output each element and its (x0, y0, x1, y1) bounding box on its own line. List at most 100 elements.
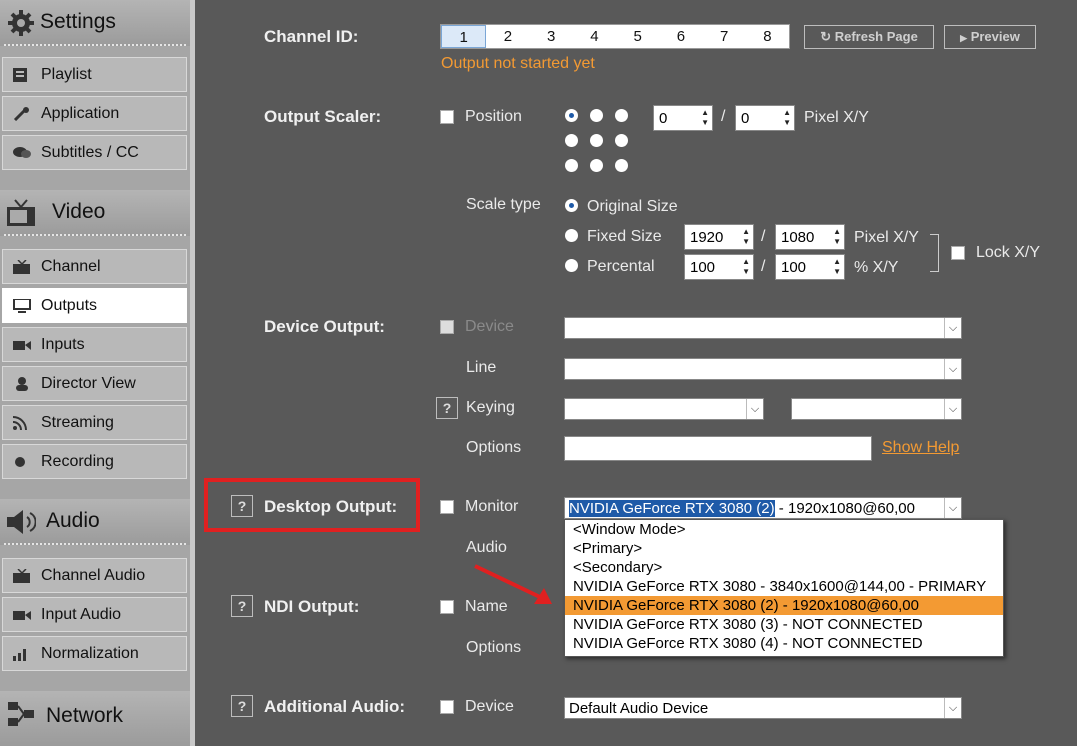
device-options-input[interactable] (564, 436, 872, 461)
chevron-down-icon[interactable]: ⌵ (944, 698, 961, 718)
percent-y-spinner[interactable]: 100 ▲ ▼ (775, 254, 845, 280)
speaker-icon (7, 510, 36, 534)
keying-select-1[interactable]: ⌵ (564, 398, 764, 420)
fixed-height-spinner[interactable]: 1080 ▲ ▼ (775, 224, 845, 250)
sidebar-divider (190, 0, 195, 746)
sidebar-item-recording[interactable]: Recording (2, 444, 187, 479)
sidebar-item-playlist[interactable]: Playlist (2, 57, 187, 92)
spinner-arrows-icon[interactable]: ▲ ▼ (833, 257, 841, 277)
monitor-dropdown-list: <Window Mode> <Primary> <Secondary> NVID… (564, 519, 1004, 657)
show-help-link[interactable]: Show Help (882, 439, 959, 457)
desktop-output-help-button[interactable]: ? (231, 495, 253, 517)
dropdown-option[interactable]: <Secondary> (565, 558, 1003, 577)
sidebar-item-channel-audio[interactable]: Channel Audio (2, 558, 187, 593)
audio-device-select[interactable]: Default Audio Device ⌵ (564, 697, 962, 719)
options-label: Options (466, 439, 522, 456)
sidebar-item-label: Inputs (41, 336, 85, 353)
position-checkbox[interactable] (440, 110, 454, 124)
percent-x-spinner[interactable]: 100 ▲ ▼ (684, 254, 754, 280)
sidebar-item-inputs[interactable]: Inputs (2, 327, 187, 362)
percental-radio[interactable] (565, 259, 578, 272)
preview-button[interactable]: ▶ Preview (944, 25, 1036, 49)
dropdown-option[interactable]: <Primary> (565, 539, 1003, 558)
channel-tab-3[interactable]: 3 (530, 25, 573, 48)
slash-separator: / (761, 228, 766, 245)
anchor-middle-center[interactable] (590, 134, 603, 147)
sidebar-item-label: Outputs (41, 297, 98, 314)
additional-audio-help-button[interactable]: ? (231, 695, 253, 717)
ndi-output-help-button[interactable]: ? (231, 595, 253, 617)
channel-tab-7[interactable]: 7 (703, 25, 746, 48)
device-checkbox[interactable] (440, 320, 454, 334)
fixed-size-radio[interactable] (565, 229, 578, 242)
spinner-arrows-icon[interactable]: ▲ ▼ (742, 227, 750, 247)
chevron-down-icon[interactable]: ⌵ (944, 498, 961, 518)
sidebar-item-input-audio[interactable]: Input Audio (2, 597, 187, 632)
channel-tab-2[interactable]: 2 (486, 25, 529, 48)
fixed-width-spinner[interactable]: 1920 ▲ ▼ (684, 224, 754, 250)
channel-tab-6[interactable]: 6 (659, 25, 702, 48)
chevron-down-icon[interactable]: ⌵ (944, 318, 961, 338)
sidebar-item-application[interactable]: Application (2, 96, 187, 131)
spinner-arrows-icon[interactable]: ▲ ▼ (833, 227, 841, 247)
sidebar-item-channel[interactable]: Channel (2, 249, 187, 284)
anchor-top-left[interactable] (565, 109, 578, 122)
monitor-select[interactable]: NVIDIA GeForce RTX 3080 (2) - 1920x1080@… (564, 497, 962, 519)
channel-tab-4[interactable]: 4 (573, 25, 616, 48)
dropdown-option[interactable]: NVIDIA GeForce RTX 3080 - 3840x1600@144,… (565, 577, 1003, 596)
anchor-bottom-left[interactable] (565, 159, 578, 172)
sidebar-item-outputs[interactable]: Outputs (2, 288, 187, 323)
anchor-middle-right[interactable] (615, 134, 628, 147)
channel-tab-5[interactable]: 5 (616, 25, 659, 48)
anchor-bottom-right[interactable] (615, 159, 628, 172)
sidebar-item-normalization[interactable]: Normalization (2, 636, 187, 671)
spinner-arrows-icon[interactable]: ▲ ▼ (783, 108, 791, 128)
dropdown-option[interactable]: <Window Mode> (565, 520, 1003, 539)
keying-select-2[interactable]: ⌵ (791, 398, 962, 420)
chevron-down-icon[interactable]: ⌵ (944, 359, 961, 379)
channel-tab-8[interactable]: 8 (746, 25, 789, 48)
anchor-bottom-center[interactable] (590, 159, 603, 172)
keying-help-button[interactable]: ? (436, 397, 458, 419)
playlist-icon (13, 68, 27, 82)
refresh-page-button[interactable]: ↻ Refresh Page (804, 25, 934, 49)
additional-audio-checkbox[interactable] (440, 700, 454, 714)
dropdown-option[interactable]: NVIDIA GeForce RTX 3080 (4) - NOT CONNEC… (565, 634, 1003, 653)
lock-xy-checkbox[interactable] (951, 246, 965, 260)
monitor-checkbox[interactable] (440, 500, 454, 514)
anchor-top-right[interactable] (615, 109, 628, 122)
desktop-output-label: Desktop Output: (264, 497, 398, 516)
monitor-select-highlighted-text: NVIDIA GeForce RTX 3080 (2) (569, 500, 775, 517)
percental-label: Percental (587, 258, 655, 275)
spinner-arrows-icon[interactable]: ▲ ▼ (742, 257, 750, 277)
sidebar-item-label: Subtitles / CC (41, 144, 139, 161)
additional-audio-label: Additional Audio: (264, 697, 406, 716)
monitor-label: Monitor (465, 498, 519, 515)
original-size-label: Original Size (587, 198, 678, 215)
wrench-icon (13, 107, 29, 121)
spinner-arrows-icon[interactable]: ▲ ▼ (701, 108, 709, 128)
sidebar-item-label: Playlist (41, 66, 92, 83)
device-select[interactable]: ⌵ (564, 317, 962, 339)
line-select[interactable]: ⌵ (564, 358, 962, 380)
tv-icon (7, 199, 35, 226)
dropdown-option[interactable]: NVIDIA GeForce RTX 3080 (3) - NOT CONNEC… (565, 615, 1003, 634)
sidebar-item-subtitles[interactable]: Subtitles / CC (2, 135, 187, 170)
sidebar-item-director-view[interactable]: Director View (2, 366, 187, 401)
original-size-radio[interactable] (565, 199, 578, 212)
ndi-options-label: Options (466, 639, 522, 656)
dropdown-option-selected[interactable]: NVIDIA GeForce RTX 3080 (2) - 1920x1080@… (565, 596, 1003, 615)
sidebar-item-label: Channel Audio (41, 567, 146, 584)
bars-icon (13, 649, 26, 661)
camera-icon (13, 611, 31, 620)
chevron-down-icon[interactable]: ⌵ (746, 399, 763, 419)
anchor-middle-left[interactable] (565, 134, 578, 147)
position-x-spinner[interactable]: 0 ▲ ▼ (653, 105, 713, 131)
anchor-top-center[interactable] (590, 109, 603, 122)
position-y-spinner[interactable]: 0 ▲ ▼ (735, 105, 795, 131)
channel-tab-1[interactable]: 1 (441, 25, 487, 48)
ndi-name-checkbox[interactable] (440, 600, 454, 614)
sidebar-item-streaming[interactable]: Streaming (2, 405, 187, 440)
chevron-down-icon[interactable]: ⌵ (944, 399, 961, 419)
device-label: Device (465, 318, 514, 335)
